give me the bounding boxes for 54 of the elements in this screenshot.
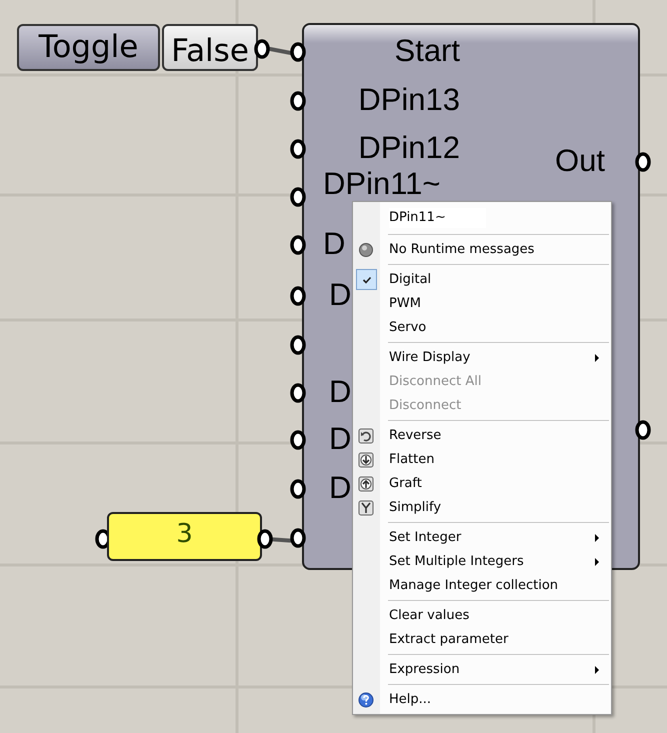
menu-item[interactable]: Clear values (353, 604, 611, 628)
port-icon[interactable] (254, 38, 270, 60)
submenu-arrow-icon (595, 354, 599, 362)
menu-item[interactable]: Expression (353, 658, 611, 682)
toggle-label: Toggle (17, 24, 160, 71)
input-label: D (323, 228, 346, 259)
input-label: D (329, 472, 352, 503)
up-arrow-icon (358, 476, 374, 492)
menu-item[interactable]: Reverse (353, 424, 611, 448)
number-panel[interactable]: 3 (107, 512, 262, 561)
down-arrow-icon (358, 452, 374, 468)
port-icon[interactable] (290, 334, 306, 356)
input-label: Start (394, 35, 460, 66)
menu-item[interactable]: Digital (353, 268, 611, 292)
port-icon[interactable] (290, 527, 306, 549)
port-icon[interactable] (290, 138, 306, 160)
toggle-button[interactable]: False (162, 24, 258, 71)
menu-item[interactable]: Manage Integer collection (353, 574, 611, 598)
menu-item: Disconnect (388, 397, 462, 416)
help-icon (358, 692, 374, 708)
input-label: D (329, 376, 352, 407)
menu-item[interactable]: Set Multiple Integers (353, 550, 611, 574)
input-label: DPin13 (358, 84, 460, 115)
menu-item[interactable]: Simplify (353, 496, 611, 520)
port-icon[interactable] (290, 90, 306, 112)
port-icon[interactable] (290, 41, 306, 63)
port-icon[interactable] (290, 186, 306, 208)
submenu-arrow-icon (595, 534, 599, 542)
port-icon[interactable] (257, 528, 273, 550)
menu-item[interactable]: Graft (353, 472, 611, 496)
submenu-arrow-icon (595, 666, 599, 674)
menu-item[interactable]: PWM (353, 292, 611, 316)
input-label: D (329, 423, 352, 454)
menu-item[interactable]: Flatten (353, 448, 611, 472)
input-label: DPin11~ (323, 168, 440, 199)
menu-item[interactable]: Help... (353, 688, 611, 712)
port-icon[interactable] (635, 151, 651, 173)
menu-item[interactable]: Servo (353, 316, 611, 340)
input-label: DPin12 (358, 132, 460, 163)
output-label: Out (555, 145, 605, 176)
port-icon[interactable] (635, 419, 651, 441)
port-icon[interactable] (290, 429, 306, 451)
submenu-arrow-icon (595, 558, 599, 566)
menu-item[interactable]: No Runtime messages (353, 238, 611, 262)
menu-item: Disconnect All (388, 373, 482, 392)
port-icon[interactable] (290, 478, 306, 500)
menu-item[interactable]: Set Integer (353, 526, 611, 550)
port-icon[interactable] (290, 234, 306, 256)
port-icon[interactable] (290, 285, 306, 307)
checkmark-icon (356, 269, 377, 290)
port-icon[interactable] (290, 382, 306, 404)
menu-item[interactable]: Extract parameter (353, 628, 611, 652)
menu-item[interactable]: Wire Display (353, 346, 611, 370)
input-label: D (329, 279, 352, 310)
